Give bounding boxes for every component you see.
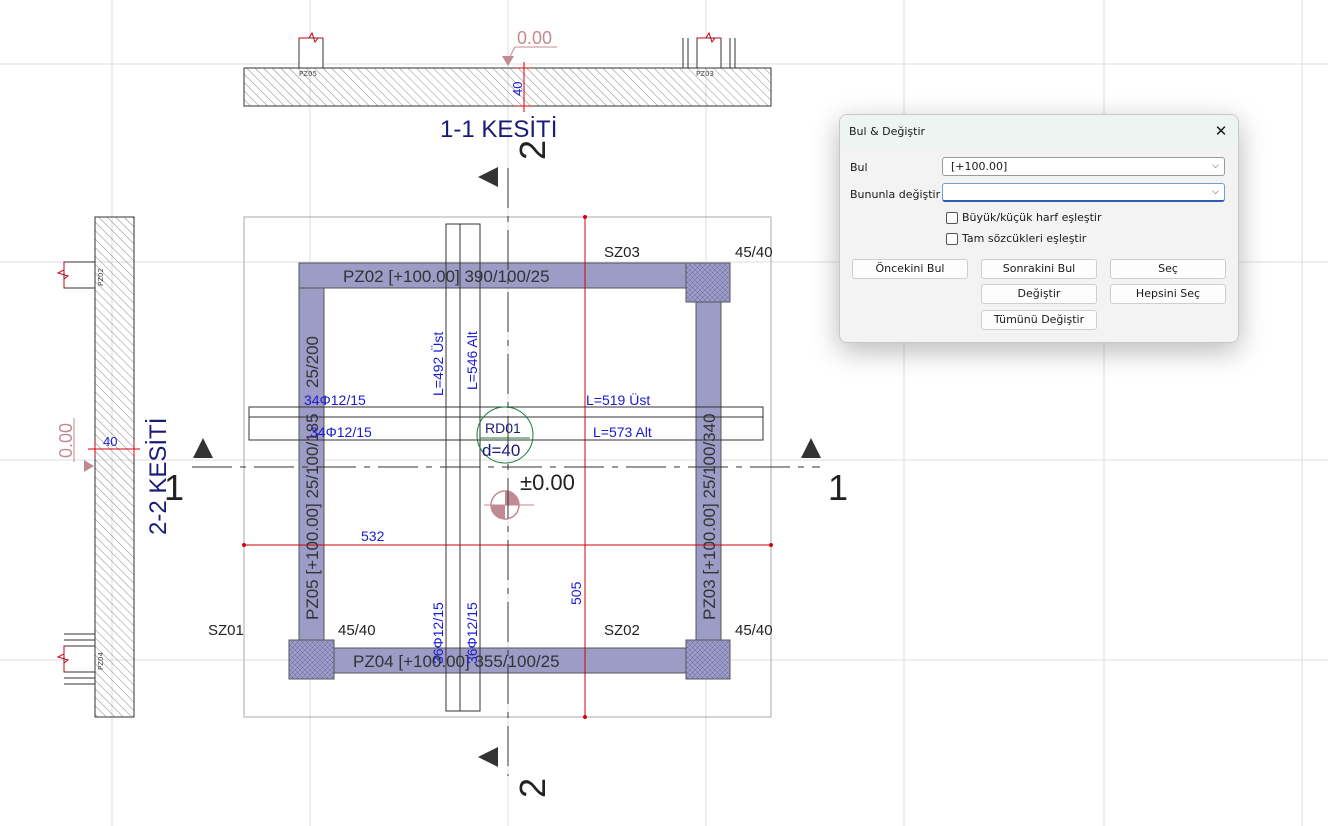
beam-label-pz02[interactable]: PZ02 [+100.00] 390/100/25 — [343, 267, 550, 286]
column-size-br: 45/40 — [735, 622, 773, 639]
section-2-2[interactable] — [56, 216, 140, 718]
chevron-down-icon[interactable]: ⌵ — [1212, 184, 1219, 201]
dim-thickness-top: 40 — [510, 82, 525, 96]
beam-label-pz05[interactable]: PZ05 [+100.00] 25/100/185 — [303, 413, 322, 620]
cut-mark-1-right: 1 — [828, 467, 848, 508]
cut-arrow-bottom-2 — [478, 747, 498, 767]
rebar-label-v-right[interactable]: 36Φ12/15 — [464, 602, 480, 664]
column-label-sz01[interactable]: SZ01 — [208, 622, 244, 639]
select-all-button[interactable]: Hepsini Seç — [1110, 284, 1226, 304]
checkbox-box[interactable] — [946, 211, 958, 224]
replace-label: Bununla değiştir : — [850, 188, 948, 201]
checkbox-box[interactable] — [946, 232, 958, 245]
find-label: Bul — [850, 161, 868, 174]
slab-id-label[interactable]: RD01 — [485, 420, 521, 436]
rebar-length-573: L=573 Alt — [593, 424, 652, 440]
rebar-label-h-bottom[interactable]: 34Φ12/15 — [310, 424, 372, 440]
find-combobox[interactable]: [+100.00] ⌵ — [942, 157, 1225, 176]
section-tag-pz05: PZ05 — [299, 70, 317, 78]
replace-combobox[interactable]: ⌵ — [942, 183, 1225, 202]
chevron-down-icon[interactable]: ⌵ — [1212, 158, 1219, 175]
dim-thickness-left: 40 — [103, 434, 117, 449]
slab-thickness-label: d=40 — [482, 441, 520, 460]
section-1-title: 1-1 KESİTİ — [440, 116, 557, 143]
rebar-length-519: L=519 Üst — [586, 391, 650, 408]
column-size-bl: 45/40 — [338, 622, 376, 639]
cut-mark-2-bottom: 2 — [512, 778, 553, 798]
whole-word-checkbox[interactable]: Tam sözcükleri eşleştir — [946, 232, 1086, 245]
section-tag-pz02: PZ02 — [97, 268, 105, 286]
select-button[interactable]: Seç — [1110, 259, 1226, 279]
section-tag-pz03: PZ03 — [696, 70, 714, 78]
rebar-length-492: L=492 Üst — [429, 332, 446, 396]
column-label-sz03[interactable]: SZ03 — [604, 244, 640, 261]
beam-label-pz04[interactable]: PZ04 [+100.00] 355/100/25 — [353, 652, 560, 671]
rebar-label-h-top[interactable]: 34Φ12/15 — [304, 392, 366, 408]
cut-arrow-left-1 — [193, 438, 213, 458]
cut-mark-2-top: 2 — [512, 140, 553, 160]
rebar-length-546: L=546 Alt — [464, 331, 480, 390]
match-case-label: Büyük/küçük harf eşleştir — [962, 211, 1102, 224]
match-case-checkbox[interactable]: Büyük/küçük harf eşleştir — [946, 211, 1102, 224]
close-icon[interactable]: ✕ — [1212, 122, 1230, 140]
column-size-tr: 45/40 — [735, 244, 773, 261]
replace-button[interactable]: Değiştir — [981, 284, 1097, 304]
column-label-sz02[interactable]: SZ02 — [604, 622, 640, 639]
find-value: [+100.00] — [951, 160, 1008, 173]
dialog-title: Bul & Değiştir — [849, 124, 926, 138]
whole-word-label: Tam sözcükleri eşleştir — [962, 232, 1087, 245]
rebar-label-v-left[interactable]: 36Φ12/15 — [430, 602, 446, 664]
find-replace-dialog[interactable]: Bul & Değiştir ✕ Bul [+100.00] ⌵ Bununla… — [839, 114, 1239, 343]
replace-all-button[interactable]: Tümünü Değiştir — [981, 310, 1097, 330]
find-previous-button[interactable]: Öncekini Bul — [852, 259, 968, 279]
section-cut-lines — [192, 168, 820, 776]
section-tag-pz04: PZ04 — [97, 652, 105, 670]
dim-label-505: 505 — [568, 581, 584, 605]
elevation-label-left: 0.00 — [56, 423, 76, 458]
cut-mark-1-left: 1 — [164, 467, 184, 508]
dialog-titlebar[interactable]: Bul & Değiştir — [840, 115, 1238, 147]
cut-arrow-right-1 — [801, 438, 821, 458]
dim-label-532: 532 — [361, 528, 385, 544]
find-next-button[interactable]: Sonrakini Bul — [981, 259, 1097, 279]
elevation-label-top: 0.00 — [517, 28, 552, 48]
beam-label-pz05-overlap: 25/200 — [303, 336, 322, 388]
beam-label-pz03[interactable]: PZ03 [+100.00] 25/100/340 — [700, 413, 719, 620]
cut-arrow-top-2 — [478, 167, 498, 187]
slab-elevation-label: ±0.00 — [520, 470, 575, 495]
